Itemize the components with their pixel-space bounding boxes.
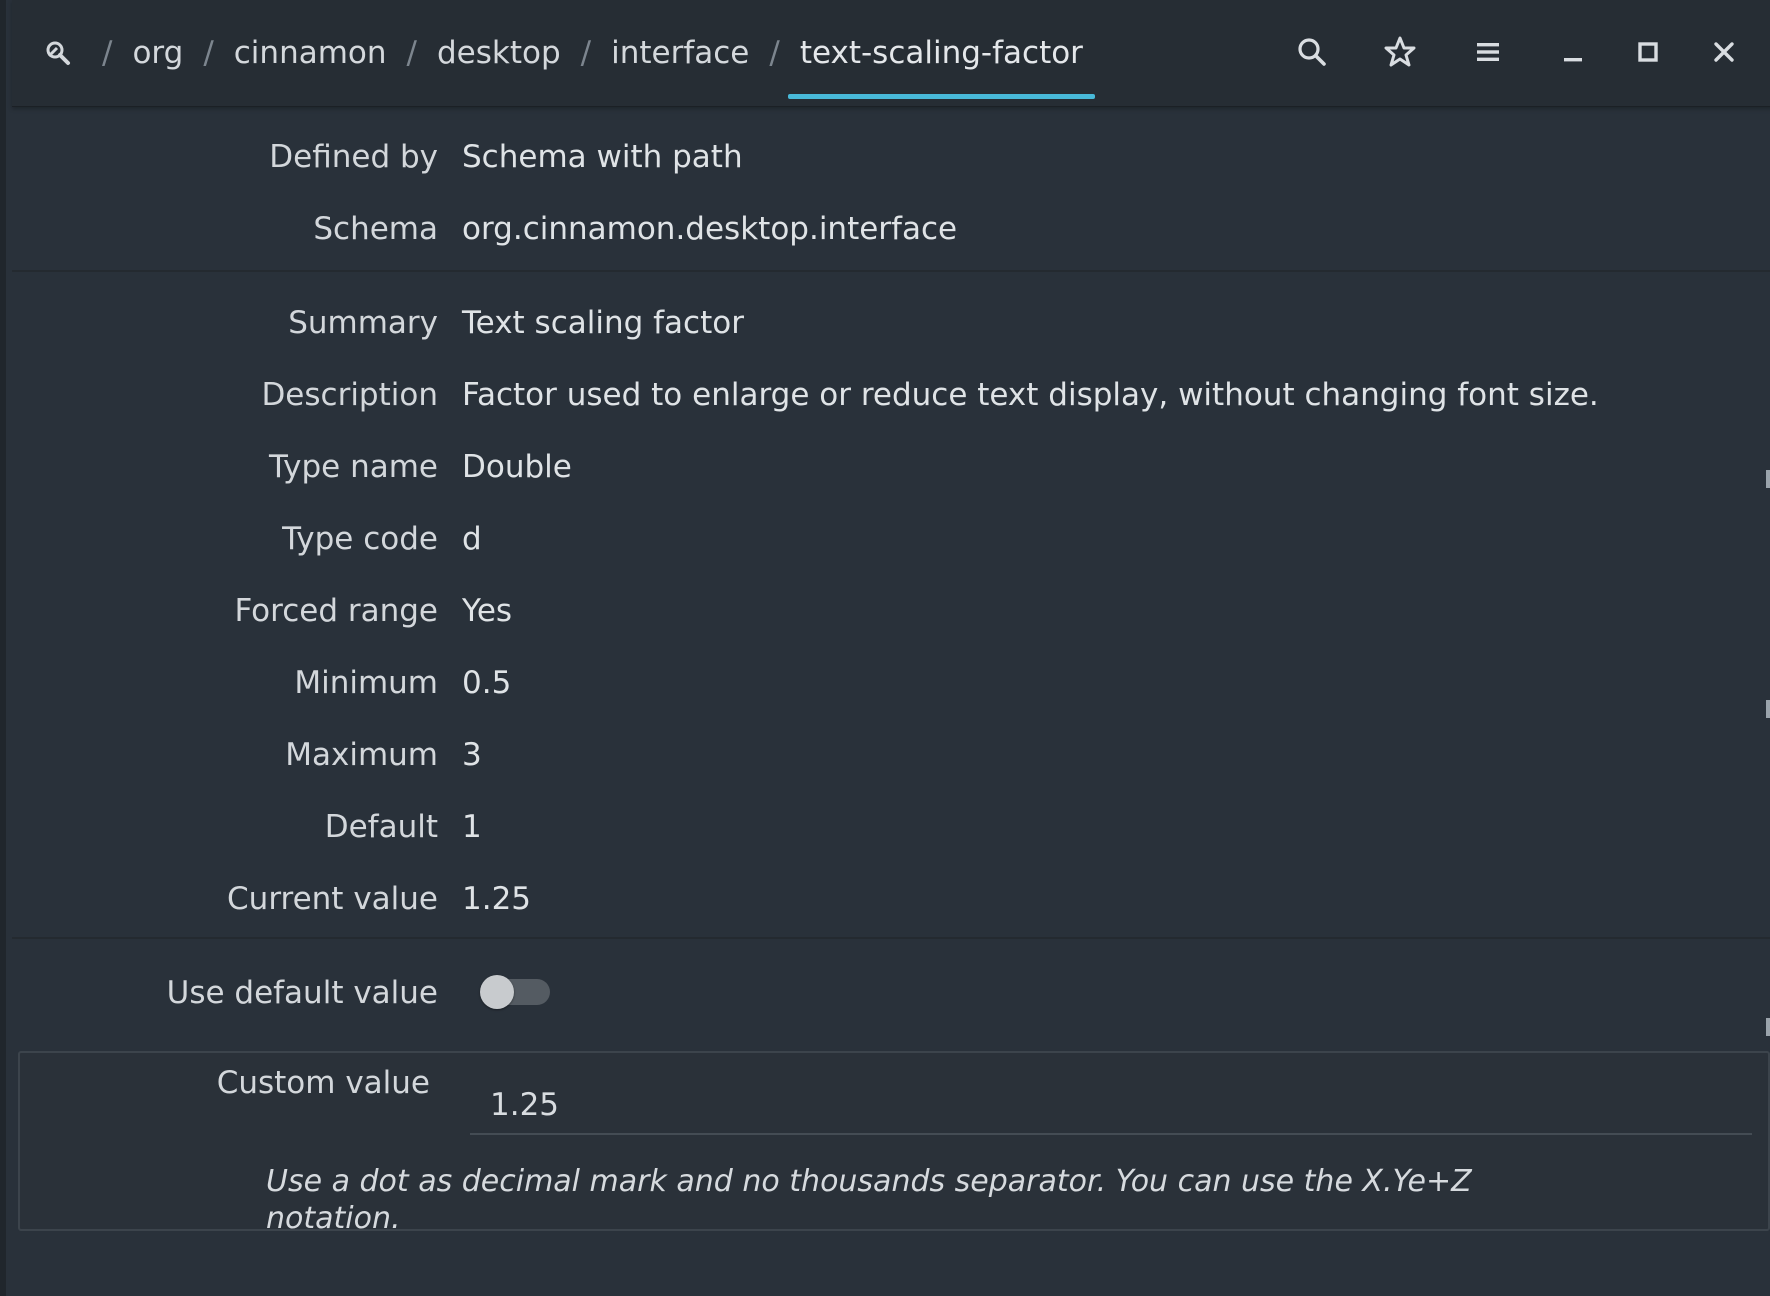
breadcrumb-separator: / <box>769 35 780 71</box>
custom-value-label: Custom value <box>216 1065 430 1101</box>
minimum-label: Minimum <box>294 665 438 701</box>
schema-label: Schema <box>313 211 438 247</box>
defined-by-value: Schema with path <box>462 139 743 175</box>
breadcrumb-item-interface[interactable]: interface <box>611 35 749 71</box>
type-code-label: Type code <box>282 521 438 557</box>
breadcrumb-separator: / <box>580 35 592 71</box>
row-default: Default 1 <box>12 801 1770 861</box>
minimum-value: 0.5 <box>462 665 512 701</box>
defined-by-label: Defined by <box>269 139 438 175</box>
row-minimum: Minimum 0.5 <box>12 657 1770 717</box>
type-code-value: d <box>462 521 482 557</box>
star-icon[interactable] <box>1378 30 1422 74</box>
search-icon[interactable] <box>1290 30 1334 74</box>
maximum-value: 3 <box>462 737 482 773</box>
type-name-label: Type name <box>269 449 438 485</box>
app-window: / org / cinnamon / desktop / interface /… <box>0 0 1770 1296</box>
toggle-knob <box>480 975 514 1009</box>
search-edit-icon[interactable] <box>40 33 76 73</box>
row-type-name: Type name Double <box>12 441 1770 501</box>
row-description: Description Factor used to enlarge or re… <box>12 369 1770 429</box>
row-forced-range: Forced range Yes <box>12 585 1770 645</box>
current-value-value: 1.25 <box>462 881 532 917</box>
row-summary: Summary Text scaling factor <box>12 297 1770 357</box>
description-label: Description <box>261 377 438 413</box>
header-bar: / org / cinnamon / desktop / interface /… <box>12 0 1770 107</box>
summary-label: Summary <box>288 305 438 341</box>
current-value-label: Current value <box>227 881 438 917</box>
breadcrumb-separator: / <box>203 35 214 71</box>
breadcrumb-item-desktop[interactable]: desktop <box>437 35 561 71</box>
breadcrumb-item-current[interactable]: text-scaling-factor <box>787 35 1096 99</box>
forced-range-value: Yes <box>462 593 513 629</box>
use-default-toggle[interactable] <box>480 975 550 1009</box>
custom-value-text: 1.25 <box>490 1087 560 1123</box>
default-label: Default <box>324 809 438 845</box>
row-maximum: Maximum 3 <box>12 729 1770 789</box>
description-value: Factor used to enlarge or reduce text di… <box>462 377 1599 413</box>
use-default-label: Use default value <box>166 975 438 1011</box>
summary-value: Text scaling factor <box>462 305 744 341</box>
default-value: 1 <box>462 809 482 845</box>
resize-edge-mark[interactable] <box>1766 1018 1770 1036</box>
maximize-icon[interactable] <box>1626 30 1670 74</box>
custom-value-hint: Use a dot as decimal mark and no thousan… <box>266 1164 1472 1236</box>
breadcrumb-item-org[interactable]: org <box>132 35 183 71</box>
type-name-value: Double <box>462 449 572 485</box>
resize-edge-mark[interactable] <box>1766 470 1770 488</box>
key-details: Defined by Schema with path Schema org.c… <box>12 107 1770 1296</box>
breadcrumb-separator: / <box>406 35 417 71</box>
breadcrumb-item-cinnamon[interactable]: cinnamon <box>234 35 387 71</box>
row-current-value: Current value 1.25 <box>12 873 1770 933</box>
hamburger-menu-icon[interactable] <box>1466 30 1510 74</box>
close-icon[interactable] <box>1702 30 1746 74</box>
section-divider <box>12 270 1770 272</box>
resize-edge-mark[interactable] <box>1766 700 1770 718</box>
breadcrumb: / org / cinnamon / desktop / interface /… <box>40 30 1096 99</box>
custom-value-input[interactable]: 1.25 <box>470 1067 1752 1135</box>
row-type-code: Type code d <box>12 513 1770 573</box>
minimize-icon[interactable] <box>1550 30 1594 74</box>
forced-range-label: Forced range <box>234 593 438 629</box>
maximum-label: Maximum <box>285 737 438 773</box>
schema-value: org.cinnamon.desktop.interface <box>462 211 958 247</box>
row-schema: Schema org.cinnamon.desktop.interface <box>12 203 1770 263</box>
row-defined-by: Defined by Schema with path <box>12 131 1770 191</box>
section-divider <box>12 937 1770 939</box>
row-use-default: Use default value <box>12 967 1770 1027</box>
breadcrumb-separator: / <box>102 35 113 71</box>
custom-value-box: Custom value 1.25 Use a dot as decimal m… <box>18 1051 1770 1236</box>
